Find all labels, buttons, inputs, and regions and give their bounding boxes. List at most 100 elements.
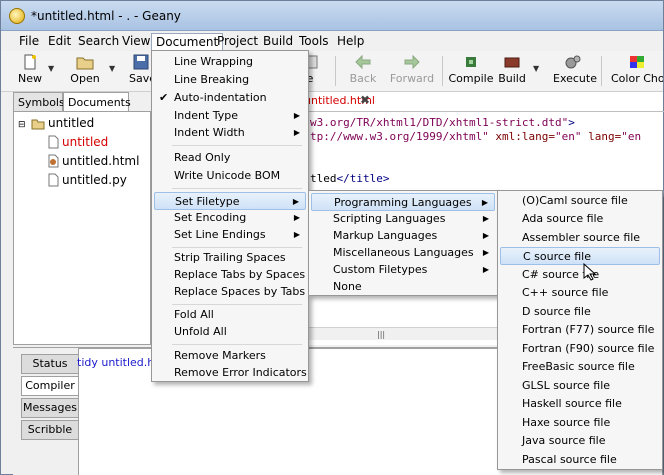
menu-item-programming-languages[interactable]: Programming Languages ▶ <box>311 193 495 211</box>
geany-window: *untitled.html - . - Geany File Edit Sea… <box>0 0 664 475</box>
tree-file-untitled[interactable]: untitled <box>62 133 108 151</box>
menu-search[interactable]: Search <box>74 33 123 50</box>
tab-messages[interactable]: Messages <box>21 398 79 418</box>
menu-item-read-only[interactable]: Read Only <box>154 149 306 167</box>
menu-project[interactable]: Project <box>213 33 262 50</box>
submenu-arrow-icon: ▶ <box>482 248 489 257</box>
menu-item-haskell[interactable]: Haskell source file <box>500 395 660 413</box>
menu-item-cpp[interactable]: C++ source file <box>500 284 660 302</box>
build-dropdown-arrow-icon[interactable]: ▼ <box>533 64 539 73</box>
new-dropdown-arrow-icon[interactable]: ▼ <box>48 64 54 73</box>
menu-item-freebasic[interactable]: FreeBasic source file <box>500 358 660 376</box>
back-label: Back <box>349 72 377 85</box>
menu-item-ada[interactable]: Ada source file <box>500 210 660 228</box>
save-disk-icon <box>133 54 149 70</box>
menu-item-assembler[interactable]: Assembler source file <box>500 229 660 247</box>
back-button[interactable]: Back <box>345 53 381 89</box>
execute-button[interactable]: Execute <box>553 53 597 89</box>
toolbar-separator <box>601 56 602 86</box>
menu-item-fortran-f77[interactable]: Fortran (F77) source file <box>500 321 660 339</box>
menu-item-none[interactable]: None <box>311 278 495 296</box>
menu-separator <box>172 344 302 345</box>
menu-item-remove-markers[interactable]: Remove Markers <box>154 347 306 365</box>
menu-help[interactable]: Help <box>333 33 368 50</box>
forward-arrow-icon <box>404 54 420 70</box>
compile-label: Compile <box>448 72 494 85</box>
html-file-icon <box>48 154 59 168</box>
tab-scribble[interactable]: Scribble <box>21 420 79 440</box>
menu-item-scripting-languages[interactable]: Scripting Languages ▶ <box>311 210 495 228</box>
menu-item-markup-languages[interactable]: Markup Languages ▶ <box>311 227 495 245</box>
menu-item-set-filetype[interactable]: Set Filetype ▶ <box>154 192 306 210</box>
menu-separator <box>172 304 302 305</box>
menu-item-miscellaneous-languages[interactable]: Miscellaneous Languages ▶ <box>311 244 495 262</box>
filetype-submenu: Programming Languages ▶ Scripting Languag… <box>308 190 498 296</box>
submenu-arrow-icon: ▶ <box>482 214 489 223</box>
menu-item-glsl[interactable]: GLSL source file <box>500 377 660 395</box>
tree-file-untitled-html[interactable]: untitled.html <box>62 152 139 170</box>
geany-app-icon <box>9 8 25 24</box>
menu-item-remove-error-indicators[interactable]: Remove Error Indicators <box>154 364 307 382</box>
tab-status[interactable]: Status <box>21 354 79 374</box>
menu-tools[interactable]: Tools <box>295 33 333 50</box>
submenu-arrow-icon: ▶ <box>482 231 489 240</box>
menu-view[interactable]: View <box>118 33 154 50</box>
folder-icon <box>31 119 45 130</box>
close-tab-icon[interactable]: ✖ <box>360 93 370 107</box>
tree-file-untitled-py[interactable]: untitled.py <box>62 171 127 189</box>
menu-item-line-breaking[interactable]: Line Breaking <box>154 71 306 89</box>
menu-item-strip-trailing-spaces[interactable]: Strip Trailing Spaces <box>154 249 306 267</box>
menu-item-fold-all[interactable]: Fold All <box>154 306 306 324</box>
menu-item-d[interactable]: D source file <box>500 303 660 321</box>
tab-symbols[interactable]: Symbols <box>13 92 65 112</box>
save-button[interactable]: Save <box>129 53 156 89</box>
submenu-arrow-icon: ▶ <box>293 230 300 239</box>
menu-item-set-encoding[interactable]: Set Encoding ▶ <box>154 209 306 227</box>
menu-item-custom-filetypes[interactable]: Custom Filetypes ▶ <box>311 261 495 279</box>
menu-item-unfold-all[interactable]: Unfold All <box>154 323 306 341</box>
menu-item-fortran-f90[interactable]: Fortran (F90) source file <box>500 340 660 358</box>
tab-documents[interactable]: Documents <box>63 92 131 112</box>
submenu-arrow-icon: ▶ <box>482 265 489 274</box>
toolbar: New ▼ Open ▼ Save e Back Forward Compile <box>1 51 663 92</box>
new-button[interactable]: New <box>13 53 47 89</box>
code-line: w3.org/TR/xhtml1/DTD/xhtml1-strict.dtd"> <box>310 116 575 129</box>
menu-file[interactable]: File <box>15 33 43 50</box>
forward-button[interactable]: Forward <box>389 53 435 89</box>
menu-separator <box>172 188 302 189</box>
menu-item-write-unicode-bom[interactable]: Write Unicode BOM <box>154 167 306 185</box>
menu-item-pascal[interactable]: Pascal source file <box>500 451 660 469</box>
menu-item-csharp[interactable]: C# source file <box>500 266 660 284</box>
menu-edit[interactable]: Edit <box>44 33 75 50</box>
menu-item-c[interactable]: C source file <box>500 247 660 265</box>
menu-item-indent-width[interactable]: Indent Width ▶ <box>154 124 306 142</box>
tree-folder-label[interactable]: untitled <box>48 114 94 132</box>
menu-build[interactable]: Build <box>259 33 297 50</box>
open-label: Open <box>70 72 100 85</box>
sidebar: Symbols Documents ⊟ untitled untitled un… <box>13 92 151 345</box>
build-button[interactable]: Build <box>497 53 527 89</box>
open-button[interactable]: Open <box>67 53 103 89</box>
menu-item-replace-spaces-by-tabs[interactable]: Replace Spaces by Tabs <box>154 283 306 301</box>
menu-item-ocaml[interactable]: (O)Caml source file <box>500 192 660 210</box>
menu-item-indent-type[interactable]: Indent Type ▶ <box>154 107 306 125</box>
open-folder-icon <box>76 57 94 70</box>
menu-item-set-line-endings[interactable]: Set Line Endings ▶ <box>154 226 306 244</box>
color-chooser-button[interactable]: Color Cho <box>611 53 663 89</box>
execute-label: Execute <box>553 72 597 85</box>
build-label: Build <box>498 72 526 85</box>
menu-item-java[interactable]: Java source file <box>500 432 660 450</box>
menu-item-haxe[interactable]: Haxe source file <box>500 414 660 432</box>
tree-collapse-icon[interactable]: ⊟ <box>18 116 26 134</box>
window-title: *untitled.html - . - Geany <box>31 9 181 23</box>
menu-item-line-wrapping[interactable]: Line Wrapping <box>154 53 306 71</box>
menu-item-auto-indentation[interactable]: ✔ Auto-indentation <box>154 89 306 107</box>
document-menu: Line Wrapping Line Breaking ✔ Auto-indent… <box>151 50 309 382</box>
scrollbar-grip-icon[interactable]: ||| <box>377 330 385 339</box>
open-dropdown-arrow-icon[interactable]: ▼ <box>109 64 115 73</box>
compile-button[interactable]: Compile <box>448 53 494 89</box>
tab-compiler[interactable]: Compiler <box>21 376 79 396</box>
documents-tree: ⊟ untitled untitled untitled.html untitl… <box>13 111 151 345</box>
menu-item-replace-tabs-by-spaces[interactable]: Replace Tabs by Spaces <box>154 266 306 284</box>
forward-label: Forward <box>389 72 435 85</box>
